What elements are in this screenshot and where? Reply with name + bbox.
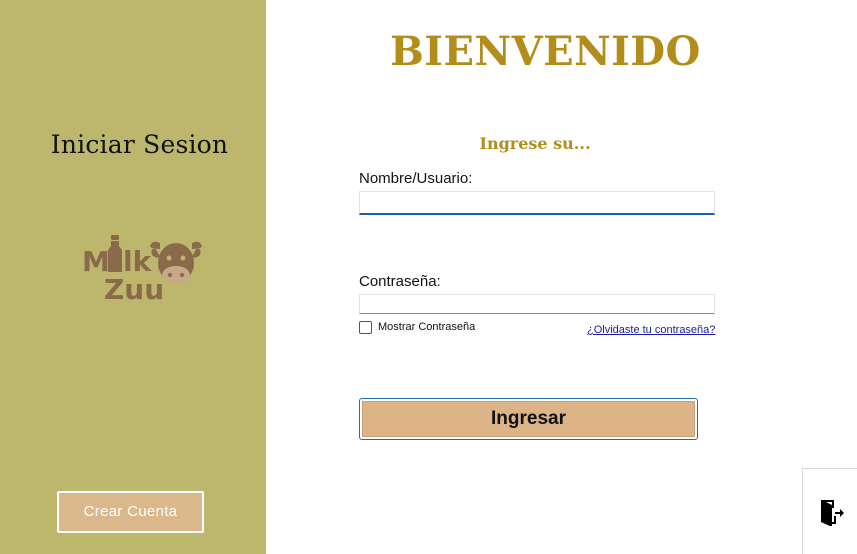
password-label: Contraseña: — [359, 273, 441, 290]
logo-text-zuu: Zuu — [104, 273, 164, 303]
exit-door-icon — [821, 500, 844, 526]
password-input[interactable] — [359, 294, 715, 314]
sidebar-title: Iniciar Sesion — [50, 130, 229, 159]
milkzuu-logo: M lk Zuu — [82, 235, 202, 303]
username-label: Nombre/Usuario: — [359, 170, 473, 187]
exit-button[interactable] — [802, 468, 857, 554]
forgot-password-link[interactable]: ¿Olvidaste tu contraseña? — [587, 324, 715, 336]
form-subtitle: Ingrese su... — [479, 134, 591, 153]
login-button[interactable]: Ingresar — [359, 398, 698, 440]
show-password-label[interactable]: Mostrar Contraseña — [378, 321, 475, 333]
username-input[interactable] — [359, 191, 715, 215]
create-account-button[interactable]: Crear Cuenta — [57, 491, 204, 533]
login-button-label: Ingresar — [362, 401, 695, 437]
sidebar: Iniciar Sesion M lk Zuu Crear Cuenta — [0, 0, 266, 554]
show-password-checkbox[interactable] — [359, 321, 372, 334]
welcome-heading: BIENVENIDO — [390, 28, 701, 75]
